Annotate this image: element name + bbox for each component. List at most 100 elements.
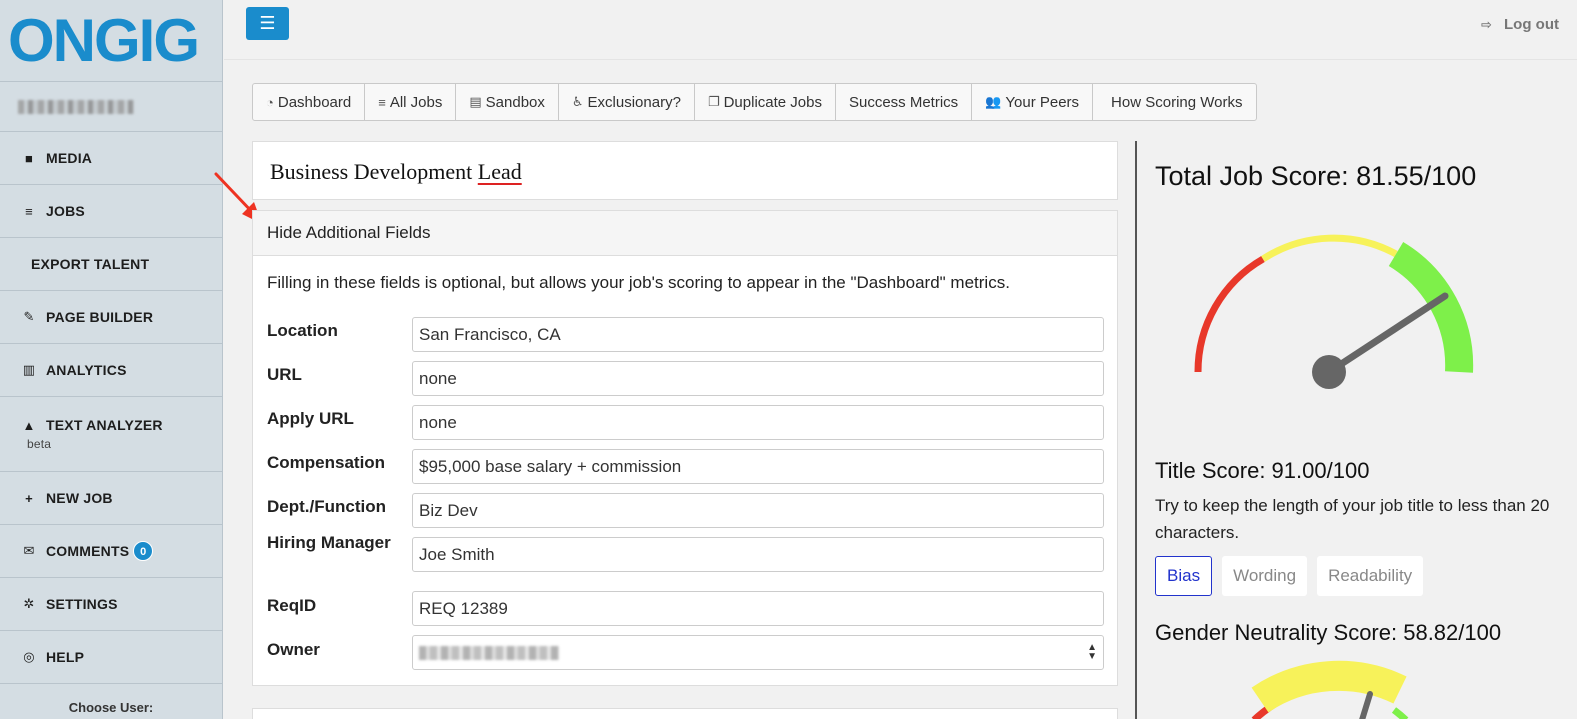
sidebar-item-label: TEXT ANALYZER xyxy=(46,417,163,433)
title-score: Title Score: 91.00/100 xyxy=(1155,458,1370,483)
job-title-part: Business Development xyxy=(270,159,478,184)
dept-function-value: Biz Dev xyxy=(419,500,478,520)
title-score-tip: Try to keep the length of your job title… xyxy=(1155,496,1550,542)
compensation-value: $95,000 base salary + commission xyxy=(419,456,682,476)
tab-sandbox[interactable]: ▤ Sandbox xyxy=(456,84,559,120)
sidebar-item-jobs[interactable]: ≡ JOBS xyxy=(0,185,222,238)
gender-neutrality-score: Gender Neutrality Score: 58.82/100 xyxy=(1155,620,1502,645)
compensation-label: Compensation xyxy=(267,453,386,472)
pill-readability[interactable]: Readability xyxy=(1317,556,1424,596)
bar-chart-icon: ▥ xyxy=(22,362,36,377)
hide-additional-fields-toggle[interactable]: Hide Additional Fields xyxy=(253,211,1117,256)
sidebar-item-settings[interactable]: ✲ SETTINGS xyxy=(0,578,222,631)
newspaper-icon: ▤ xyxy=(469,94,482,109)
apply-url-label: Apply URL xyxy=(267,409,354,428)
sidebar-item-help[interactable]: ◎ HELP xyxy=(0,631,222,684)
sidebar-item-new-job[interactable]: + NEW JOB xyxy=(0,472,222,525)
sidebar-item-analytics[interactable]: ▥ ANALYTICS xyxy=(0,344,222,397)
tab-label: Your Peers xyxy=(1005,93,1080,111)
sidebar-item-export-talent[interactable]: EXPORT TALENT xyxy=(0,238,222,291)
comments-count-badge: 0 xyxy=(133,541,154,561)
reqid-label: ReqID xyxy=(267,596,317,615)
panel-divider xyxy=(1135,141,1137,719)
sidebar-item-text-analyzer[interactable]: ▲ TEXT ANALYZER beta xyxy=(0,397,222,472)
location-field[interactable]: San Francisco, CA xyxy=(412,317,1104,352)
apply-url-field[interactable]: none xyxy=(412,405,1104,440)
logo-text: ONGIG xyxy=(8,6,200,74)
beta-label: beta xyxy=(27,437,52,451)
toggle-label: Hide Additional Fields xyxy=(267,223,431,242)
tab-your-peers[interactable]: 👥 Your Peers xyxy=(972,84,1094,120)
sidebar: ONGIG ■ MEDIA ≡ JOBS EXPORT TALENT ✎ PAG… xyxy=(0,0,223,719)
header-divider xyxy=(224,59,1577,60)
tab-duplicate-jobs[interactable]: ❐ Duplicate Jobs xyxy=(695,84,836,120)
tab-label: Dashboard xyxy=(277,93,352,111)
tab-label: How Scoring Works xyxy=(1111,93,1243,111)
tab-bar: ◔ Dashboard ≡ All Jobs ▤ Sandbox ♿ Exclu… xyxy=(252,83,1258,121)
hiring-manager-label: Hiring Manager xyxy=(267,533,391,552)
location-value: San Francisco, CA xyxy=(419,324,561,344)
plus-icon: + xyxy=(25,490,33,506)
tab-label: Success Metrics xyxy=(848,93,959,111)
tab-how-scoring-works[interactable]: How Scoring Works xyxy=(1093,84,1256,120)
ongig-logo[interactable]: ONGIG xyxy=(0,0,222,82)
sidebar-item-comments[interactable]: ✉ COMMENTS 0 xyxy=(0,525,222,578)
redacted-user-name xyxy=(18,99,134,114)
redacted-owner-name xyxy=(419,645,559,660)
envelope-icon: ✉ xyxy=(23,543,35,558)
list-icon: ≡ xyxy=(25,203,33,219)
job-title-input[interactable]: Business Development Lead xyxy=(252,141,1118,200)
hiring-manager-value: Joe Smith xyxy=(419,544,495,564)
select-updown-icon: ▲ ▼ xyxy=(1087,642,1097,662)
additional-fields-panel: Hide Additional Fields Filling in these … xyxy=(252,210,1118,686)
sidebar-item-label: MEDIA xyxy=(46,150,93,166)
tab-label: Exclusionary? xyxy=(587,93,681,111)
current-user-name xyxy=(0,82,222,132)
sidebar-item-page-builder[interactable]: ✎ PAGE BUILDER xyxy=(0,291,222,344)
tab-all-jobs[interactable]: ≡ All Jobs xyxy=(365,84,457,120)
video-camera-icon: ■ xyxy=(24,150,34,166)
apply-url-value: none xyxy=(419,412,457,432)
gear-icon: ✲ xyxy=(23,596,35,611)
pill-wording[interactable]: Wording xyxy=(1222,556,1308,596)
sidebar-item-label: ANALYTICS xyxy=(46,362,127,378)
tab-exclusionary[interactable]: ♿ Exclusionary? xyxy=(559,84,695,120)
dept-function-field[interactable]: Biz Dev xyxy=(412,493,1104,528)
users-icon: 👥 xyxy=(985,94,1002,109)
tab-dashboard[interactable]: ◔ Dashboard xyxy=(253,84,366,120)
owner-select[interactable]: ▲ ▼ xyxy=(412,635,1104,670)
tab-label: All Jobs xyxy=(389,93,443,111)
copy-icon: ❐ xyxy=(707,94,720,109)
sidebar-item-media[interactable]: ■ MEDIA xyxy=(0,132,222,185)
list-icon: ≡ xyxy=(378,94,386,110)
sidebar-item-label: EXPORT TALENT xyxy=(31,256,150,272)
gauge-hub xyxy=(1312,355,1346,389)
logout-label: Log out xyxy=(1504,16,1559,33)
wheelchair-icon: ♿ xyxy=(571,94,584,109)
sidebar-item-label: NEW JOB xyxy=(46,490,113,506)
url-field[interactable]: none xyxy=(412,361,1104,396)
job-title-spellcheck-word: Lead xyxy=(477,159,522,184)
gauge-needle xyxy=(1359,691,1373,719)
dept-function-label: Dept./Function xyxy=(267,497,386,516)
hiring-manager-field[interactable]: Joe Smith xyxy=(412,537,1104,572)
sidebar-item-label: SETTINGS xyxy=(46,596,118,612)
fields-help-text: Filling in these fields is optional, but… xyxy=(267,273,1010,292)
compensation-field[interactable]: $95,000 base salary + commission xyxy=(412,449,1104,484)
wrench-icon: ✎ xyxy=(23,309,35,324)
sidebar-item-label: PAGE BUILDER xyxy=(46,309,154,325)
owner-label: Owner xyxy=(267,640,320,659)
url-label: URL xyxy=(267,365,302,384)
graduation-cap-icon: ▲ xyxy=(22,417,36,433)
logout-link[interactable]: ⇨ Log out xyxy=(1481,16,1559,33)
pill-bias[interactable]: Bias xyxy=(1155,556,1213,596)
tab-label: Duplicate Jobs xyxy=(723,93,822,111)
tab-label: Sandbox xyxy=(485,93,545,111)
tab-success-metrics[interactable]: Success Metrics xyxy=(836,84,973,120)
job-title-text: Business Development Lead xyxy=(270,159,522,185)
total-score-gauge xyxy=(1194,234,1474,389)
reqid-field[interactable]: REQ 12389 xyxy=(412,591,1104,626)
hamburger-menu-button[interactable]: ☰ xyxy=(246,7,289,40)
next-panel xyxy=(252,708,1118,719)
sidebar-item-label: COMMENTS xyxy=(46,543,130,559)
